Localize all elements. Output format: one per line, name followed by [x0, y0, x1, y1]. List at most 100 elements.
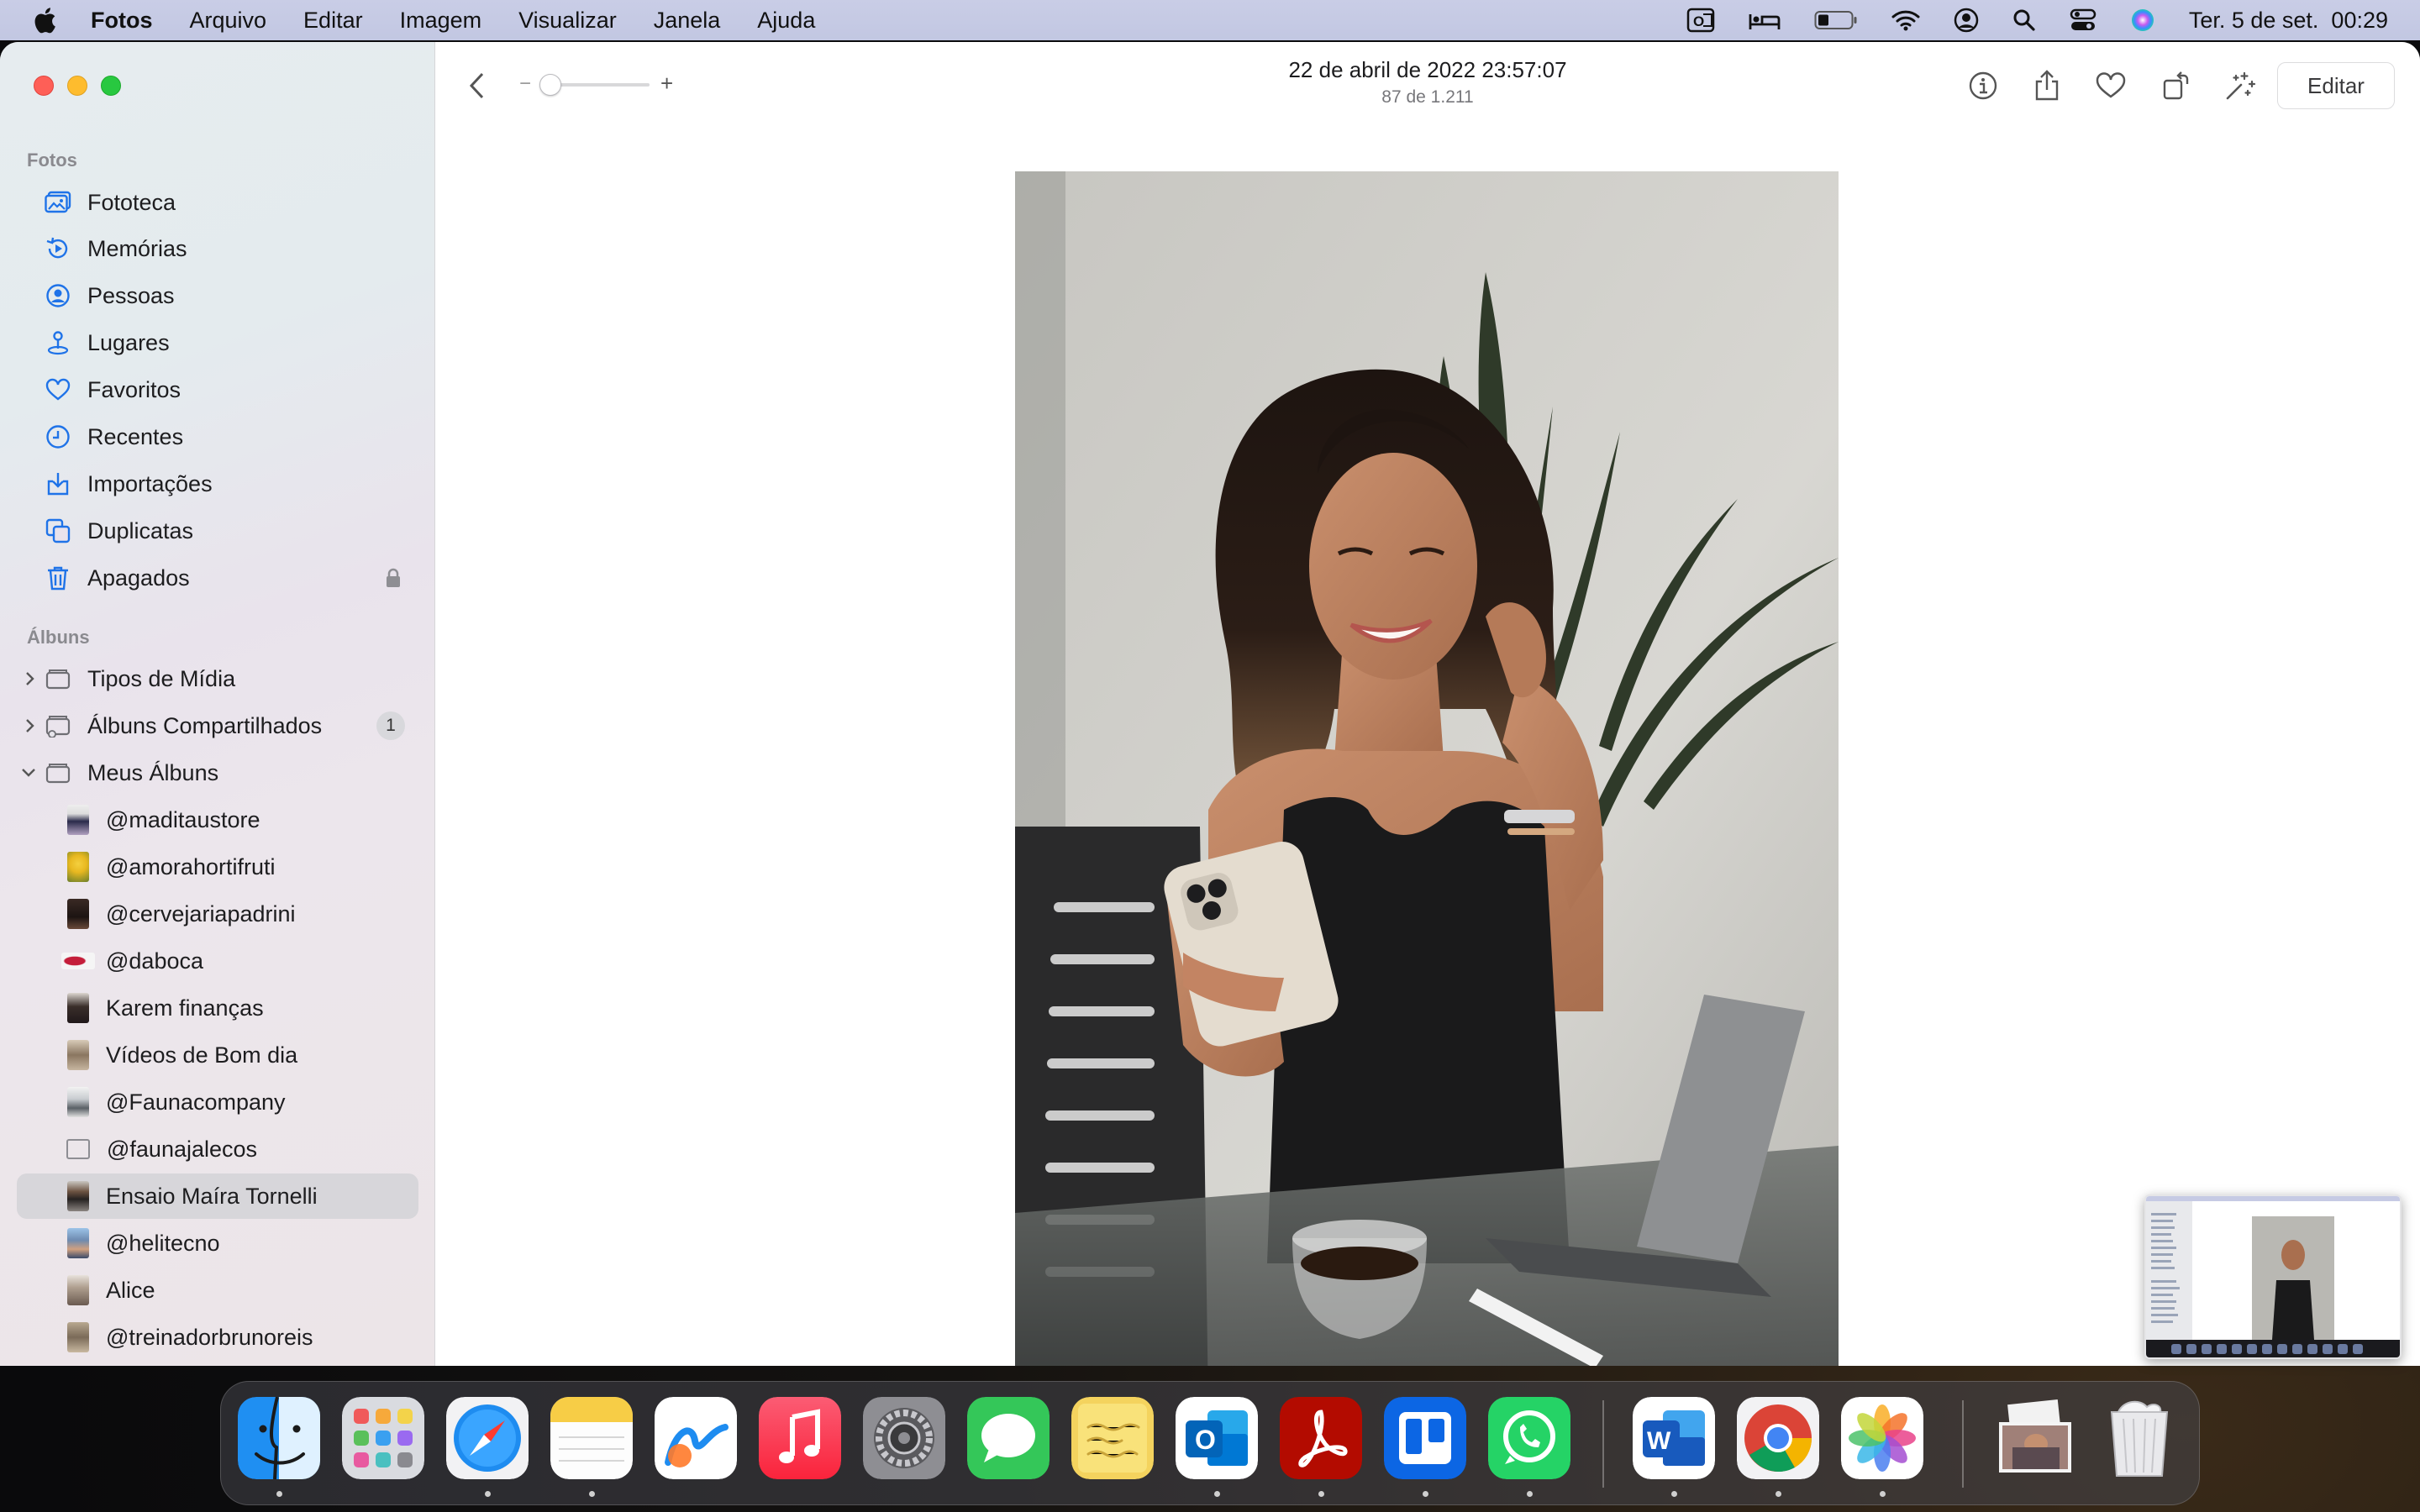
- sidebar-item-label: Álbuns Compartilhados: [87, 712, 323, 738]
- dock-app-acrobat[interactable]: [1280, 1397, 1362, 1479]
- outlook-status-icon[interactable]: O: [1686, 8, 1715, 33]
- menu-visualizar[interactable]: Visualizar: [518, 8, 617, 34]
- dock-app-stickies[interactable]: [1071, 1397, 1154, 1479]
- album-item[interactable]: @daboca: [17, 938, 418, 984]
- dock-app-trash[interactable]: [2098, 1397, 2181, 1479]
- screenshot-preview-thumbnail[interactable]: [2144, 1194, 2402, 1359]
- dock-app-system-settings[interactable]: [863, 1397, 945, 1479]
- downloads-stack-icon: [1999, 1399, 2071, 1473]
- album-label: Karem finanças: [106, 995, 264, 1021]
- auto-enhance-button[interactable]: [2222, 67, 2259, 104]
- chevron-right-icon[interactable]: [22, 717, 39, 734]
- main-photo[interactable]: [1015, 171, 1839, 1366]
- launchpad-icon: [342, 1397, 424, 1479]
- album-item[interactable]: @Faunacompany: [17, 1079, 418, 1125]
- dock-app-safari[interactable]: [446, 1397, 529, 1479]
- dock-app-messages[interactable]: [967, 1397, 1050, 1479]
- sidebar-item-recentes[interactable]: Recentes: [17, 414, 418, 459]
- album-thumbnail: [67, 805, 89, 835]
- share-button[interactable]: [2028, 67, 2065, 104]
- viewer-toolbar: − + 22 de abril de 2022 23:57:07 87 de 1…: [435, 42, 2420, 129]
- dock-app-whatsapp[interactable]: [1488, 1397, 1570, 1479]
- sidebar-item-fototeca[interactable]: Fototeca: [17, 180, 418, 225]
- dock-app-finder[interactable]: [238, 1397, 320, 1479]
- sidebar-item-memorias[interactable]: Memórias: [17, 226, 418, 271]
- count-badge: 1: [376, 711, 405, 740]
- info-icon: [1969, 71, 1997, 100]
- sidebar-group-tipos-de-midia[interactable]: Tipos de Mídia: [17, 656, 418, 701]
- dock-app-music[interactable]: [759, 1397, 841, 1479]
- dock-app-photos[interactable]: [1841, 1397, 1923, 1479]
- sidebar-item-apagados[interactable]: Apagados: [17, 555, 418, 601]
- chevron-right-icon[interactable]: [22, 670, 39, 687]
- battery-icon[interactable]: [1814, 10, 1858, 30]
- gear-icon: [863, 1397, 945, 1479]
- album-item[interactable]: @faunajalecos: [17, 1126, 418, 1172]
- album-label: @helitecno: [106, 1230, 220, 1256]
- menu-imagem[interactable]: Imagem: [400, 8, 482, 34]
- favorite-button[interactable]: [2092, 67, 2129, 104]
- album-item[interactable]: Alice: [17, 1268, 418, 1313]
- siri-icon[interactable]: [2130, 8, 2155, 33]
- running-indicator: [1214, 1491, 1220, 1497]
- dock-app-launchpad[interactable]: [342, 1397, 424, 1479]
- sidebar-item-duplicatas[interactable]: Duplicatas: [17, 508, 418, 554]
- sidebar-item-label: Memórias: [87, 235, 187, 261]
- album-item[interactable]: @helitecno: [17, 1221, 418, 1266]
- album-item[interactable]: Vídeos de Bom dia: [17, 1032, 418, 1078]
- running-indicator: [1423, 1491, 1428, 1497]
- duplicates-icon: [44, 517, 72, 545]
- finder-icon: [238, 1397, 320, 1479]
- sidebar-group-albuns-compartilhados[interactable]: Álbuns Compartilhados 1: [17, 703, 418, 748]
- sidebar-item-favoritos[interactable]: Favoritos: [17, 367, 418, 412]
- zoom-window-button[interactable]: [101, 76, 121, 96]
- dock-app-word[interactable]: W: [1633, 1397, 1715, 1479]
- menu-bar: Fotos Arquivo Editar Imagem Visualizar J…: [0, 0, 2420, 40]
- dock-app-outlook[interactable]: O: [1176, 1397, 1258, 1479]
- album-thumbnail: [67, 852, 89, 882]
- messages-icon: [967, 1397, 1050, 1479]
- menu-janela[interactable]: Janela: [654, 8, 721, 34]
- chevron-down-icon[interactable]: [20, 764, 37, 781]
- sidebar-item-lugares[interactable]: Lugares: [17, 320, 418, 365]
- dock-app-notes[interactable]: [550, 1397, 633, 1479]
- album-item[interactable]: @treinadorbrunoreis: [17, 1315, 418, 1360]
- sidebar-item-label: Fototeca: [87, 189, 176, 215]
- album-item[interactable]: Karem finanças: [17, 985, 418, 1031]
- wifi-icon[interactable]: [1891, 9, 1920, 31]
- spotlight-icon[interactable]: [2012, 8, 2036, 32]
- close-window-button[interactable]: [34, 76, 54, 96]
- dock-app-chrome[interactable]: [1737, 1397, 1819, 1479]
- album-item[interactable]: @cervejariapadrini: [17, 891, 418, 937]
- menu-arquivo[interactable]: Arquivo: [190, 8, 267, 34]
- album-thumbnail: [67, 993, 89, 1023]
- running-indicator: [589, 1491, 595, 1497]
- info-button[interactable]: [1965, 67, 2002, 104]
- apple-menu-icon[interactable]: [32, 6, 57, 34]
- stickies-icon: [1071, 1397, 1154, 1479]
- sidebar-group-meus-albuns[interactable]: Meus Álbuns: [17, 750, 418, 795]
- dock-app-downloads[interactable]: [1994, 1397, 2076, 1479]
- control-center-icon[interactable]: [2070, 8, 2096, 32]
- menu-editar[interactable]: Editar: [303, 8, 363, 34]
- album-item-selected[interactable]: Ensaio Maíra Tornelli: [17, 1173, 418, 1219]
- share-icon: [2035, 70, 2059, 101]
- sidebar-item-pessoas[interactable]: Pessoas: [17, 273, 418, 318]
- album-item[interactable]: @amorahortifruti: [17, 844, 418, 890]
- edit-button[interactable]: Editar: [2277, 62, 2395, 109]
- sidebar-item-importacoes[interactable]: Importações: [17, 461, 418, 507]
- album-label: @daboca: [106, 948, 203, 974]
- album-item[interactable]: @maditaustore: [17, 797, 418, 843]
- sleep-icon[interactable]: [1749, 9, 1781, 31]
- dock-app-freeform[interactable]: [655, 1397, 737, 1479]
- minimize-window-button[interactable]: [67, 76, 87, 96]
- dock-app-trello[interactable]: [1384, 1397, 1466, 1479]
- menubar-clock[interactable]: Ter. 5 de set. 00:29: [2189, 8, 2388, 34]
- app-menu-fotos[interactable]: Fotos: [91, 8, 153, 34]
- menu-ajuda[interactable]: Ajuda: [757, 8, 815, 34]
- user-icon[interactable]: [1954, 8, 1979, 33]
- heart-outline-icon: [2096, 72, 2126, 98]
- sidebar-item-label: Pessoas: [87, 282, 175, 308]
- places-icon: [44, 328, 72, 357]
- rotate-button[interactable]: [2158, 67, 2195, 104]
